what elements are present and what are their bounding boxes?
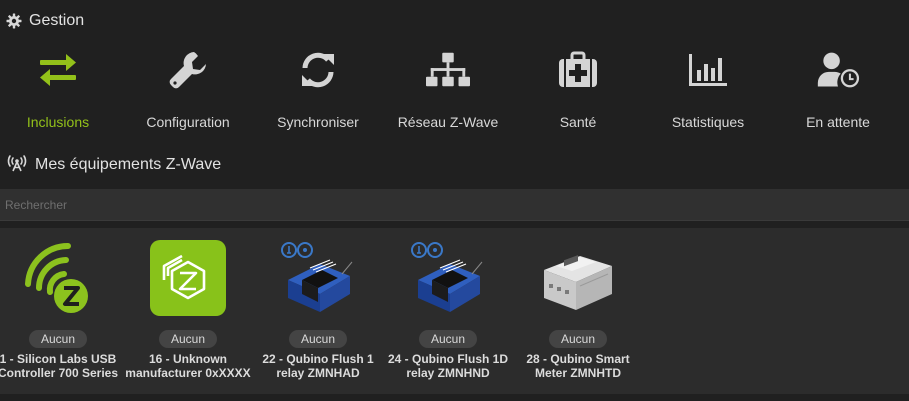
tile-label: Synchroniser	[277, 114, 359, 130]
sync-icon	[296, 48, 340, 92]
equipment-card[interactable]: Aucun 24 - Qubino Flush 1D relay ZMNHND	[383, 228, 513, 394]
tile-synchroniser[interactable]: Synchroniser	[253, 44, 383, 134]
tile-label: Santé	[559, 114, 597, 130]
equipments-title-text: Mes équipements Z-Wave	[35, 156, 222, 173]
tile-label: Réseau Z-Wave	[397, 114, 499, 130]
equipment-card[interactable]: Aucun 1 - Silicon Labs USB Controller 70…	[0, 228, 123, 394]
equipments-section-title: Mes équipements Z-Wave	[6, 154, 222, 177]
equipment-name: 16 - Unknown manufacturer 0xXXXX	[125, 352, 251, 380]
search-bar	[0, 189, 909, 221]
tile-label: Statistiques	[671, 114, 745, 130]
equipment-card[interactable]: Aucun 22 - Qubino Flush 1 relay ZMNHAD	[253, 228, 383, 394]
tile-inclusions[interactable]: Inclusions	[0, 44, 123, 134]
wrench-icon	[166, 48, 210, 92]
status-badge: Aucun	[419, 330, 477, 348]
management-tiles: Inclusions Configuration Synchroniser Ré…	[0, 44, 909, 134]
equipment-card[interactable]: Aucun 16 - Unknown manufacturer 0xXXXX	[123, 228, 253, 394]
user-clock-icon	[816, 48, 860, 92]
bar-chart-icon	[686, 48, 730, 92]
equipment-list: Aucun 1 - Silicon Labs USB Controller 70…	[0, 228, 909, 394]
status-badge: Aucun	[289, 330, 347, 348]
medkit-icon	[556, 48, 600, 92]
tile-label: Configuration	[146, 114, 230, 130]
tile-statistiques[interactable]: Statistiques	[643, 44, 773, 134]
management-section-title: Gestion	[6, 12, 84, 30]
status-badge: Aucun	[159, 330, 217, 348]
status-badge: Aucun	[29, 330, 87, 348]
tile-en-attente[interactable]: En attente	[773, 44, 903, 134]
network-tree-icon	[426, 48, 470, 92]
qubino-module-image	[410, 240, 486, 316]
antenna-icon	[6, 154, 28, 177]
tile-configuration[interactable]: Configuration	[123, 44, 253, 134]
equipment-name: 22 - Qubino Flush 1 relay ZMNHAD	[262, 352, 374, 380]
gear-icon	[6, 13, 22, 29]
equipment-name: 24 - Qubino Flush 1D relay ZMNHND	[387, 352, 508, 380]
equipment-name: 1 - Silicon Labs USB Controller 700 Seri…	[0, 352, 119, 380]
management-title-text: Gestion	[29, 12, 85, 29]
din-meter-image	[540, 240, 616, 316]
tile-label: En attente	[806, 114, 870, 130]
tile-sante[interactable]: Santé	[513, 44, 643, 134]
status-badge: Aucun	[549, 330, 607, 348]
equipment-name: 28 - Qubino Smart Meter ZMNHTD	[526, 352, 630, 380]
zwave-logo-image	[20, 240, 96, 316]
tile-reseau-zwave[interactable]: Réseau Z-Wave	[383, 44, 513, 134]
equipment-card[interactable]: Aucun 28 - Qubino Smart Meter ZMNHTD	[513, 228, 643, 394]
qubino-module-image	[280, 240, 356, 316]
bottom-divider	[0, 394, 909, 401]
zwave-management-page: Gestion Inclusions Configuration Synchro…	[0, 0, 909, 401]
tile-label: Inclusions	[26, 114, 90, 130]
search-input[interactable]	[0, 189, 909, 220]
exchange-arrows-icon	[36, 48, 80, 92]
zwave-tile-image	[150, 240, 226, 316]
